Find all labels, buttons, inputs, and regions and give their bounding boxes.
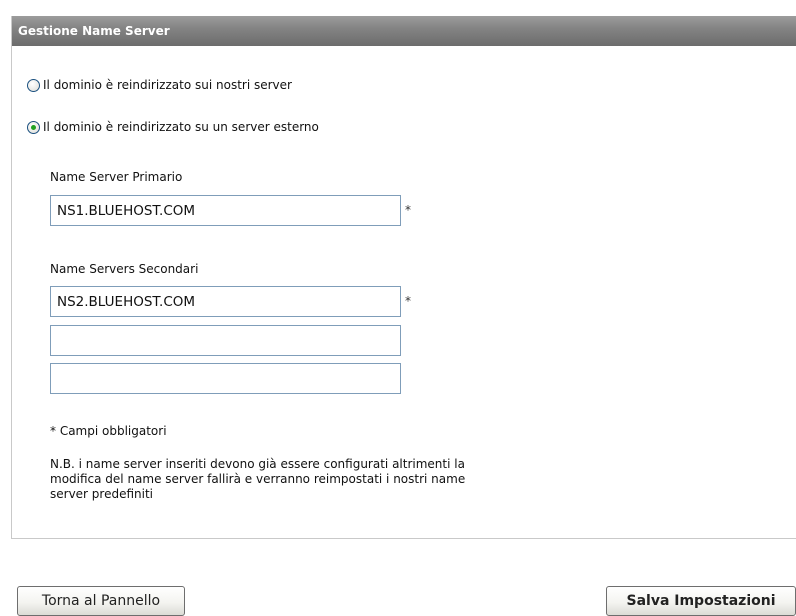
radio-external-server[interactable]: [27, 120, 40, 134]
secondary-ns-label: Name Servers Secondari: [50, 262, 199, 276]
info-note: N.B. i name server inseriti devono già e…: [50, 457, 466, 501]
secondary-ns-input-3[interactable]: [50, 363, 401, 394]
option-internal-label: Il dominio è reindirizzato sui nostri se…: [43, 78, 292, 92]
name-server-panel: Gestione Name Server Il dominio è reindi…: [11, 16, 796, 539]
option-external-label: Il dominio è reindirizzato su un server …: [43, 120, 319, 134]
radio-internal-servers[interactable]: [27, 78, 40, 92]
primary-ns-input[interactable]: [50, 195, 401, 226]
save-settings-button[interactable]: Salva Impostazioni: [606, 586, 796, 616]
secondary-ns-input-2[interactable]: [50, 325, 401, 356]
option-internal-servers[interactable]: Il dominio è reindirizzato sui nostri se…: [27, 78, 292, 92]
secondary-required-mark: *: [405, 294, 411, 308]
primary-ns-label: Name Server Primario: [50, 170, 183, 184]
back-to-panel-button[interactable]: Torna al Pannello: [17, 586, 185, 616]
required-fields-note: * Campi obbligatori: [50, 424, 167, 438]
option-external-server[interactable]: Il dominio è reindirizzato su un server …: [27, 120, 319, 134]
panel-title: Gestione Name Server: [12, 16, 796, 46]
primary-required-mark: *: [405, 203, 411, 217]
secondary-ns-input-1[interactable]: [50, 286, 401, 317]
